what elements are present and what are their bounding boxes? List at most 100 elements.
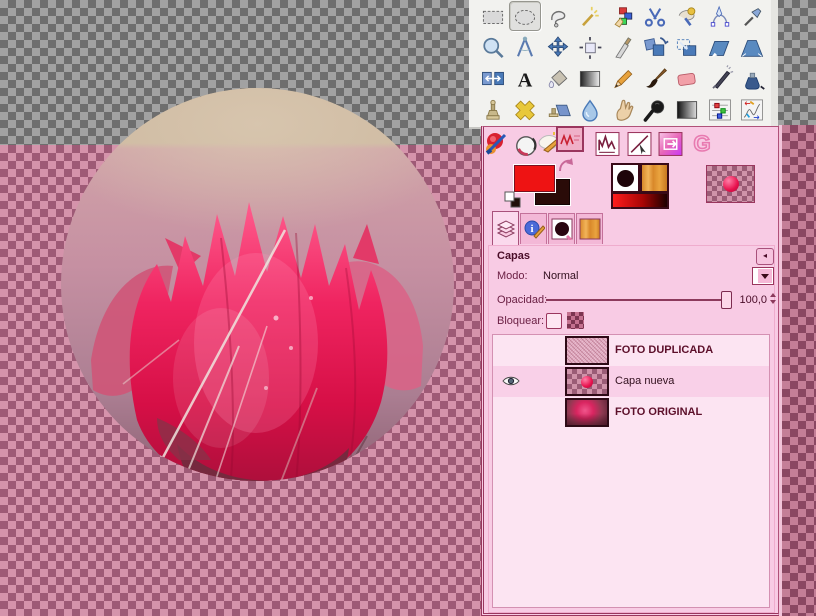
tab-brushes[interactable] (548, 213, 575, 244)
tool-color-picker[interactable] (736, 1, 768, 31)
eye-slot-empty[interactable] (501, 405, 523, 420)
palette-ball-icon (485, 129, 511, 155)
tool-eraser[interactable] (671, 63, 703, 93)
color-picker-icon (738, 3, 766, 30)
tool-blur-sharpen[interactable] (574, 94, 606, 124)
curves-button-icon (627, 131, 652, 157)
default-colors-icon[interactable] (504, 191, 521, 208)
noise-stamp-icon (556, 126, 584, 154)
tool-foreground-select[interactable] (671, 1, 703, 31)
tool-move[interactable] (542, 32, 574, 62)
layer-row[interactable]: FOTO DUPLICADA (493, 335, 769, 366)
chevron-down-icon (758, 269, 772, 283)
layer-row[interactable]: Capa nueva (493, 366, 769, 397)
eye-icon[interactable] (501, 374, 523, 389)
eye-slot-empty[interactable] (501, 343, 523, 358)
tab-layers-icon (495, 218, 517, 240)
ink-icon (738, 65, 766, 92)
brush-preview[interactable] (611, 163, 640, 193)
layer-name: Capa nueva (615, 375, 674, 387)
tab-layers[interactable] (492, 211, 519, 245)
tool-zoom[interactable] (477, 32, 509, 62)
levels-icon (706, 96, 734, 123)
scale-icon (673, 34, 701, 61)
zoom-icon (479, 34, 507, 61)
export-button[interactable] (658, 131, 683, 157)
panel-title: Capas (497, 250, 530, 262)
layer-thumbnail-pink-noise[interactable] (565, 336, 609, 365)
tool-curves[interactable] (736, 94, 768, 124)
svg-text:G: G (693, 131, 710, 156)
flower-photo (61, 88, 454, 481)
histogram-button[interactable] (595, 131, 620, 157)
curves-button[interactable] (627, 131, 652, 157)
tool-scissors-select[interactable] (639, 1, 671, 31)
tool-smudge[interactable] (607, 94, 639, 124)
swap-colors-icon[interactable] (556, 157, 574, 173)
lock-alpha-icon[interactable] (567, 312, 584, 329)
tool-clone[interactable] (477, 94, 509, 124)
image-thumbnail[interactable] (706, 165, 755, 203)
tool-rect-select[interactable] (477, 1, 509, 31)
align-icon (576, 34, 604, 61)
mode-dropdown[interactable] (752, 267, 774, 285)
lock-checkbox[interactable] (546, 313, 562, 329)
tool-bucket-fill[interactable] (542, 63, 574, 93)
tool-heal[interactable] (509, 94, 541, 124)
layers-dock-window: G i Capas ◂ Modo: Normal (481, 126, 779, 616)
paths-icon (706, 3, 734, 30)
layer-thumbnail-flower-photo[interactable] (565, 398, 609, 427)
tool-fuzzy-select[interactable] (574, 1, 606, 31)
bucket-fill-icon (544, 65, 572, 92)
foreground-color-swatch[interactable] (514, 165, 555, 192)
tool-measure[interactable] (509, 32, 541, 62)
layer-row[interactable]: FOTO ORIGINAL (493, 397, 769, 428)
brush-icon (617, 170, 634, 187)
tool-paintbrush[interactable] (639, 63, 671, 93)
flower-image-circle[interactable] (61, 88, 454, 481)
tool-ellipse-select[interactable] (509, 1, 541, 31)
tool-grid: A (477, 1, 769, 125)
collapse-panel-button[interactable]: ◂ (756, 248, 774, 265)
tool-free-select[interactable] (542, 1, 574, 31)
tool-scale[interactable] (671, 32, 703, 62)
pencil-icon (609, 65, 637, 92)
scissors-select-icon (641, 3, 669, 30)
opacity-spinner[interactable] (770, 293, 777, 307)
tab-tool-info-icon: i (523, 218, 545, 240)
lock-label: Bloquear: (497, 315, 544, 327)
tool-text[interactable]: A (509, 63, 541, 93)
tool-select-by-color[interactable] (607, 1, 639, 31)
tab-patterns[interactable] (576, 213, 603, 244)
tool-blend[interactable] (574, 63, 606, 93)
tab-tool-info[interactable]: i (520, 213, 547, 244)
gradient-preview[interactable] (611, 192, 669, 209)
smudge-icon (609, 96, 637, 123)
opacity-slider-handle[interactable] (721, 291, 732, 309)
tool-align[interactable] (574, 32, 606, 62)
opacity-slider-track[interactable] (546, 299, 732, 301)
tool-pencil[interactable] (607, 63, 639, 93)
layer-thumbnail-checker-dot[interactable] (565, 367, 609, 396)
tool-paths[interactable] (704, 1, 736, 31)
tool-perspective-clone[interactable] (542, 94, 574, 124)
perspective-icon (738, 34, 766, 61)
opacity-label: Opacidad: (497, 294, 547, 306)
tool-dodge-burn[interactable] (639, 94, 671, 124)
toolbox-window: A (469, 0, 778, 129)
tool-perspective[interactable] (736, 32, 768, 62)
pattern-preview[interactable] (640, 163, 669, 193)
tool-shear[interactable] (704, 32, 736, 62)
tool-rotate[interactable] (639, 32, 671, 62)
canvas-pink-strip[interactable] (779, 125, 816, 616)
tool-ink[interactable] (736, 63, 768, 93)
tool-flip[interactable] (477, 63, 509, 93)
curves-icon (738, 96, 766, 123)
clone-icon (479, 96, 507, 123)
tool-levels[interactable] (704, 94, 736, 124)
dock-color-row (484, 159, 778, 211)
tool-crop[interactable] (607, 32, 639, 62)
tool-airbrush[interactable] (704, 63, 736, 93)
layer-list: FOTO DUPLICADA Capa nueva FOTO ORIGINAL (492, 334, 770, 608)
tool-threshold[interactable] (671, 94, 703, 124)
